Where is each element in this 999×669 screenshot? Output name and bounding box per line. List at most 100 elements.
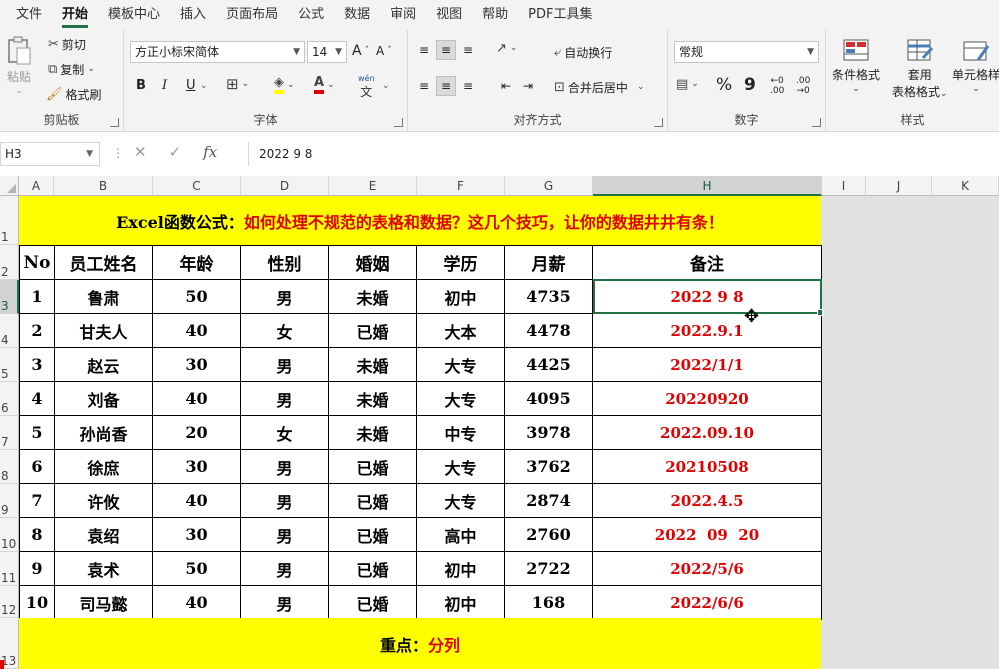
note-cell[interactable]: 2022.4.5 <box>592 483 822 518</box>
table-cell[interactable]: 袁术 <box>54 551 153 586</box>
row-header[interactable]: 7 <box>0 416 19 450</box>
table-cell[interactable]: 2 <box>19 313 55 348</box>
table-cell[interactable]: 40 <box>152 585 241 620</box>
merge-center-button[interactable]: ⊡ 合并后居中 ⌄ <box>554 79 644 96</box>
menu-item[interactable]: 审阅 <box>380 0 426 30</box>
row-header[interactable]: 10 <box>0 518 19 552</box>
table-cell[interactable]: 5 <box>19 415 55 450</box>
table-cell[interactable]: 大专 <box>416 347 505 382</box>
table-cell[interactable]: 甘夫人 <box>54 313 153 348</box>
wrap-text-button[interactable]: ⤶ 自动换行 <box>554 44 612 61</box>
italic-button[interactable]: I <box>162 78 167 93</box>
table-cell[interactable]: 大专 <box>416 381 505 416</box>
table-cell[interactable]: 8 <box>19 517 55 552</box>
menu-item[interactable]: PDF工具集 <box>518 0 602 30</box>
table-cell[interactable]: 高中 <box>416 517 505 552</box>
table-cell[interactable]: 袁绍 <box>54 517 153 552</box>
table-cell[interactable]: 已婚 <box>328 585 417 620</box>
table-cell[interactable]: 已婚 <box>328 449 417 484</box>
column-header[interactable]: K <box>932 176 999 196</box>
table-cell[interactable]: 6 <box>19 449 55 484</box>
increase-indent-button[interactable]: ⇥ <box>518 76 538 96</box>
number-format-select[interactable]: 常规 ▼ <box>674 41 819 63</box>
conditional-format-button[interactable]: 条件格式 ⌄ <box>832 38 880 94</box>
column-header[interactable]: J <box>866 176 932 196</box>
menu-item[interactable]: 数据 <box>334 0 380 30</box>
table-cell[interactable]: 初中 <box>416 585 505 620</box>
row-header[interactable]: 2 <box>0 245 19 280</box>
fill-color-button[interactable]: ◈ ⌄ <box>274 76 295 94</box>
header-cell[interactable]: 月薪 <box>504 245 593 280</box>
number-dialog-launcher[interactable] <box>812 118 821 127</box>
table-cell[interactable]: 4 <box>19 381 55 416</box>
font-color-button[interactable]: A ⌄ <box>314 76 335 94</box>
note-cell[interactable]: 2022 9 8 <box>592 279 822 314</box>
table-cell[interactable]: 已婚 <box>328 313 417 348</box>
align-center-button[interactable]: ≡ <box>436 76 456 96</box>
formula-input[interactable]: 2022 9 8 <box>248 142 999 166</box>
table-cell[interactable]: 男 <box>240 449 329 484</box>
font-size-select[interactable]: 14 ▼ <box>307 41 347 63</box>
note-cell[interactable]: 2022.9.1 <box>592 313 822 348</box>
row-header[interactable]: 3 <box>0 280 19 314</box>
row-header[interactable]: 6 <box>0 382 19 416</box>
borders-button[interactable]: ⊞ ⌄ <box>226 77 249 92</box>
column-header[interactable]: I <box>822 176 866 196</box>
align-middle-button[interactable]: ≡ <box>436 40 456 60</box>
grow-font-button[interactable]: Aˆ <box>352 43 369 59</box>
row-header[interactable]: 9 <box>0 484 19 518</box>
table-cell[interactable]: 2874 <box>504 483 593 518</box>
table-cell[interactable]: 168 <box>504 585 593 620</box>
table-cell[interactable]: 未婚 <box>328 347 417 382</box>
column-header[interactable]: B <box>54 176 153 196</box>
table-cell[interactable]: 孙尚香 <box>54 415 153 450</box>
copy-button[interactable]: ⧉ 复制 ⌄ <box>48 61 95 78</box>
table-cell[interactable]: 4425 <box>504 347 593 382</box>
table-cell[interactable]: 40 <box>152 313 241 348</box>
header-cell[interactable]: 备注 <box>592 245 822 280</box>
shrink-font-button[interactable]: Aˇ <box>376 44 392 58</box>
comma-button[interactable]: 9 <box>744 75 756 95</box>
menu-item[interactable]: 视图 <box>426 0 472 30</box>
menu-item[interactable]: 插入 <box>170 0 216 30</box>
table-cell[interactable]: 男 <box>240 585 329 620</box>
table-cell[interactable]: 徐庶 <box>54 449 153 484</box>
table-cell[interactable]: 2722 <box>504 551 593 586</box>
table-cell[interactable]: 3978 <box>504 415 593 450</box>
table-cell[interactable]: 未婚 <box>328 279 417 314</box>
percent-button[interactable]: % <box>716 75 732 95</box>
table-cell[interactable]: 2760 <box>504 517 593 552</box>
header-cell[interactable]: 婚姻 <box>328 245 417 280</box>
row-header[interactable]: 12 <box>0 586 19 618</box>
row-header[interactable]: 1 <box>0 196 19 245</box>
clipboard-dialog-launcher[interactable] <box>110 118 119 127</box>
table-cell[interactable]: 4735 <box>504 279 593 314</box>
row-header[interactable]: 8 <box>0 450 19 484</box>
table-cell[interactable]: 3762 <box>504 449 593 484</box>
row-header[interactable]: 4 <box>0 314 19 348</box>
align-left-button[interactable]: ≡ <box>414 76 434 96</box>
table-cell[interactable]: 未婚 <box>328 381 417 416</box>
worksheet[interactable]: Excel函数公式： 如何处理不规范的表格和数据？这几个技巧，让你的数据井井有条！… <box>19 196 999 669</box>
align-bottom-button[interactable]: ≡ <box>458 40 478 60</box>
menu-item[interactable]: 文件 <box>6 0 52 30</box>
table-cell[interactable]: 女 <box>240 313 329 348</box>
cancel-icon[interactable]: ✕ <box>134 143 147 161</box>
cut-button[interactable]: ✂ 剪切 <box>48 36 86 53</box>
note-cell[interactable]: 2022/5/6 <box>592 551 822 586</box>
note-cell[interactable]: 20210508 <box>592 449 822 484</box>
column-header[interactable]: D <box>241 176 329 196</box>
table-cell[interactable]: 初中 <box>416 279 505 314</box>
table-cell[interactable]: 3 <box>19 347 55 382</box>
table-cell[interactable]: 已婚 <box>328 517 417 552</box>
table-cell[interactable]: 30 <box>152 449 241 484</box>
font-name-select[interactable]: 方正小标宋简体 ▼ <box>130 41 305 63</box>
note-cell[interactable]: 2022/1/1 <box>592 347 822 382</box>
menu-item[interactable]: 开始 <box>52 0 98 30</box>
header-cell[interactable]: 学历 <box>416 245 505 280</box>
title-banner[interactable]: Excel函数公式： 如何处理不规范的表格和数据？这几个技巧，让你的数据井井有条！ <box>19 196 821 245</box>
column-header[interactable]: F <box>417 176 505 196</box>
header-cell[interactable]: 性别 <box>240 245 329 280</box>
row-header[interactable]: 5 <box>0 348 19 382</box>
font-dialog-launcher[interactable] <box>394 118 403 127</box>
